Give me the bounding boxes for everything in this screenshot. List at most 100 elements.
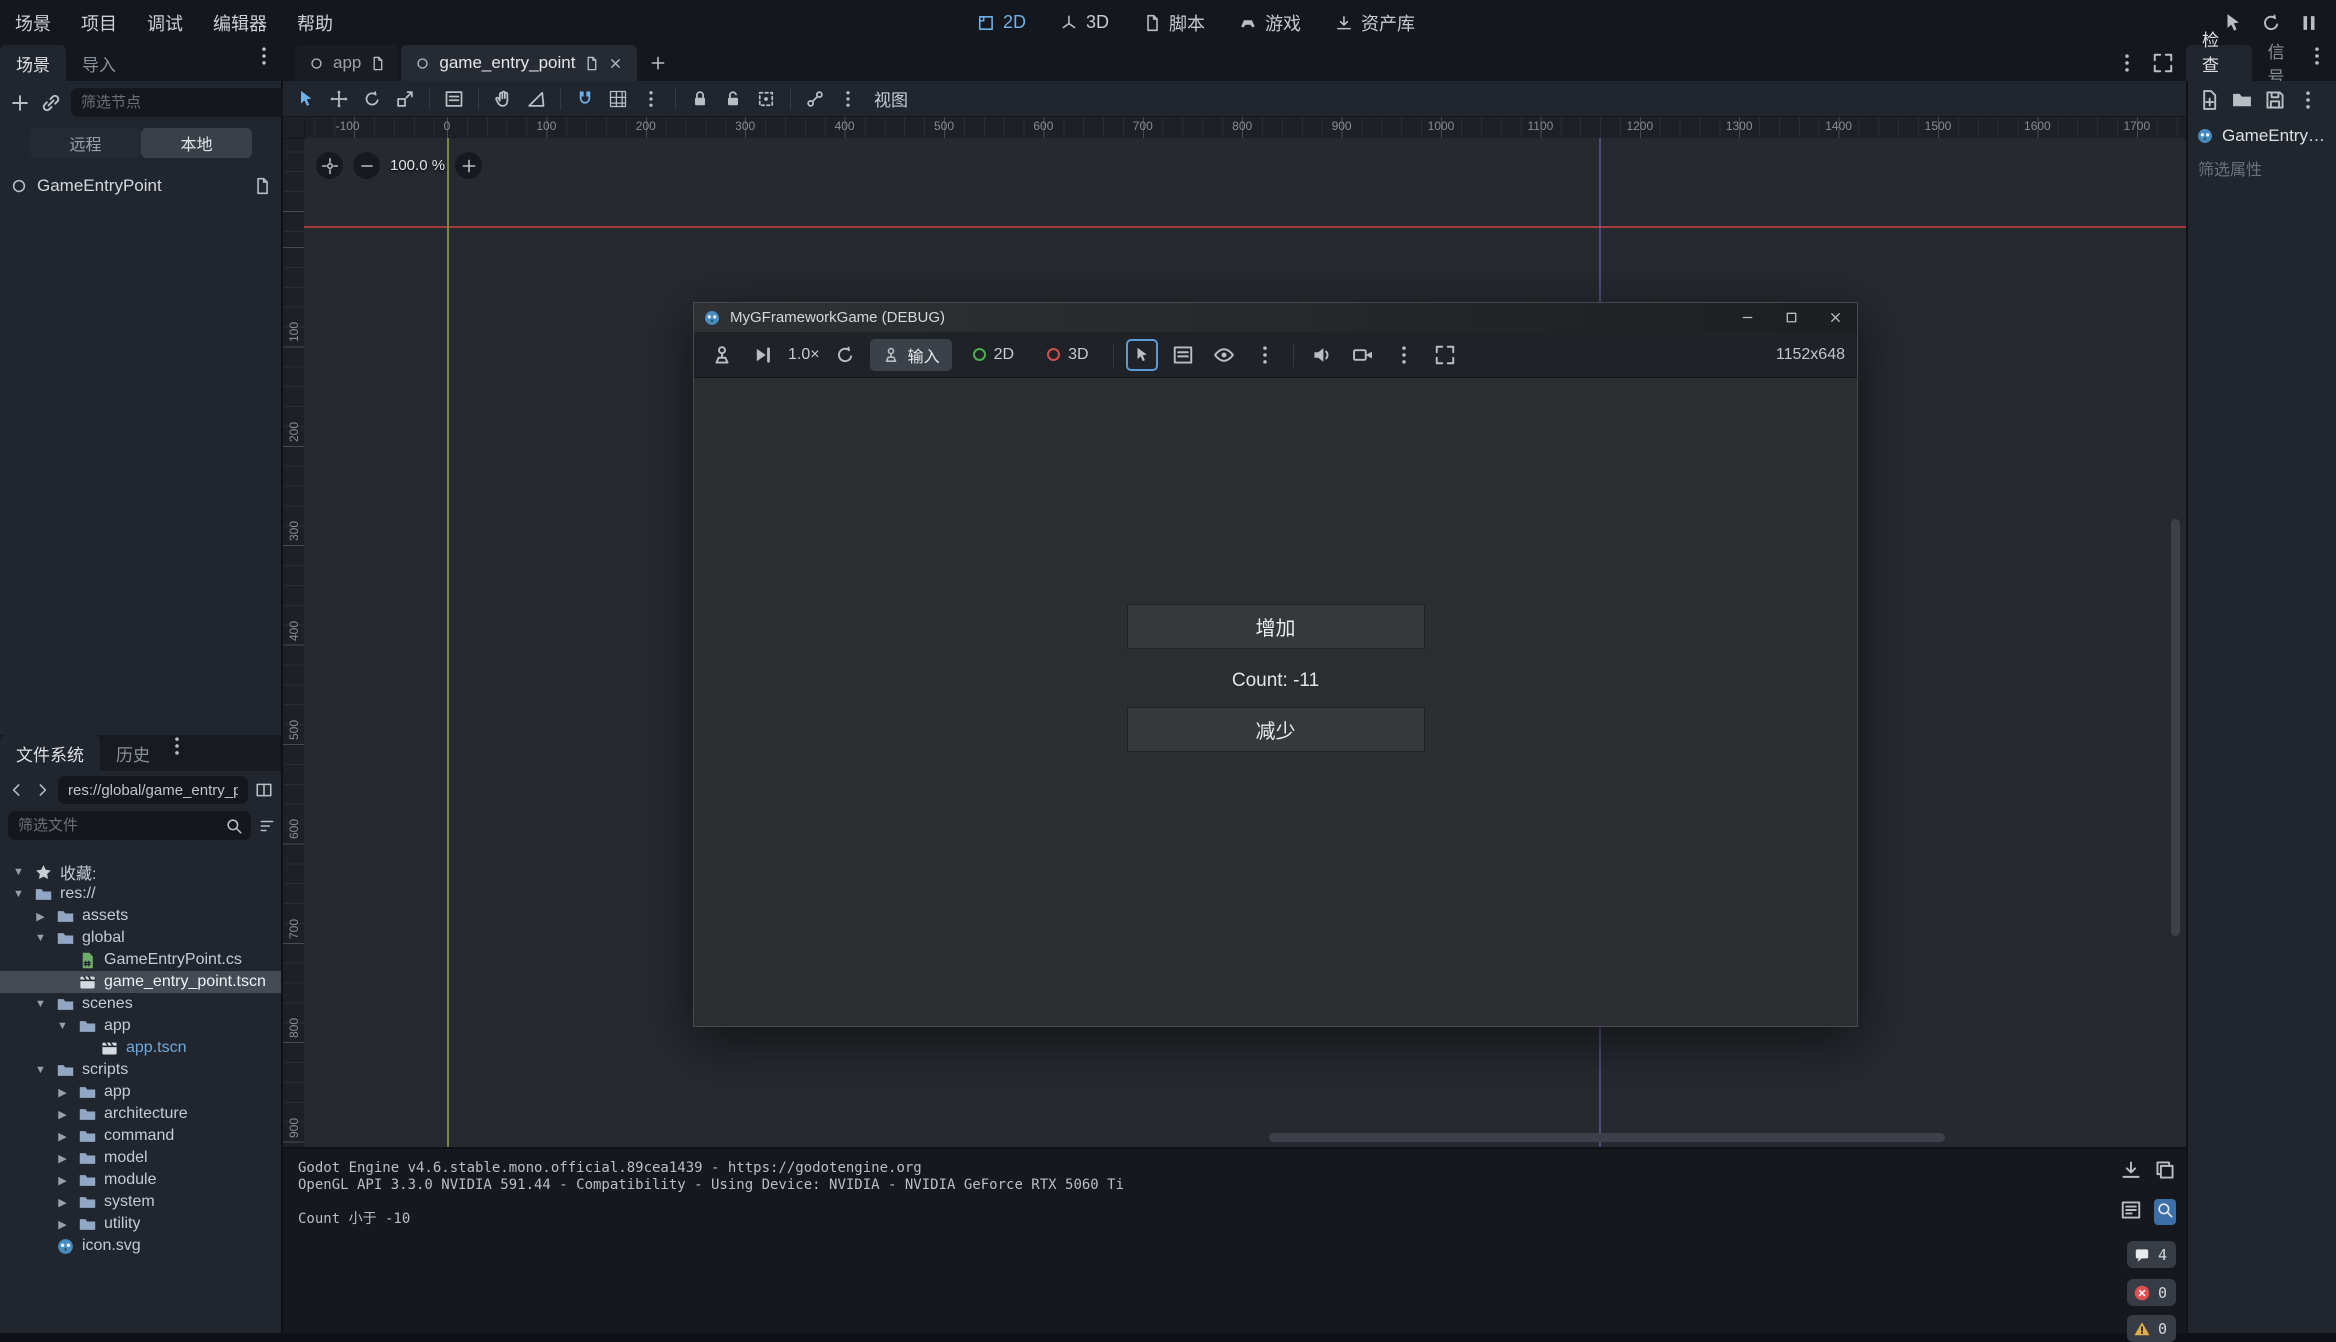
maximize-button[interactable] <box>1769 303 1813 332</box>
fs-item-assets[interactable]: ▶assets <box>0 905 281 927</box>
workspace-3d[interactable]: 3D <box>1046 8 1123 37</box>
pause-icon[interactable] <box>2298 12 2320 34</box>
filter-files-box[interactable] <box>8 811 251 840</box>
tree-collapse-icon[interactable]: ▼ <box>32 1064 49 1076</box>
more-options-button[interactable] <box>833 85 863 113</box>
mode-2d-button[interactable]: 2D <box>961 339 1026 371</box>
tree-collapse-icon[interactable]: ▼ <box>10 866 27 878</box>
distraction-free-icon[interactable] <box>2152 52 2174 74</box>
tree-expand-icon[interactable]: ▶ <box>54 1152 71 1165</box>
decrease-button[interactable]: 减少 <box>1127 707 1425 752</box>
visibility-button[interactable] <box>1208 340 1240 370</box>
fs-item-scenes[interactable]: ▼scenes <box>0 993 281 1015</box>
messages-badge[interactable]: 4 <box>2127 1241 2176 1268</box>
reset-speed-button[interactable] <box>829 340 861 370</box>
tab-scene-dock[interactable]: 场景 <box>0 45 66 81</box>
filter-nodes-box[interactable] <box>71 88 314 117</box>
workspace-2d[interactable]: 2D <box>963 8 1040 37</box>
list-select-tool-button[interactable] <box>439 85 469 113</box>
view-menu[interactable]: 视图 <box>874 86 908 111</box>
skeleton-options-button[interactable] <box>800 85 830 113</box>
fs-item-gameentrypoint.cs[interactable]: GameEntryPoint.cs <box>0 949 281 971</box>
time-scale[interactable]: 1.0× <box>788 346 820 364</box>
pan-tool-button[interactable] <box>488 85 518 113</box>
filter-nodes-input[interactable] <box>79 93 282 112</box>
tab-filesystem[interactable]: 文件系统 <box>0 735 100 771</box>
camera-override-button[interactable] <box>1347 340 1379 370</box>
fs-item-architecture[interactable]: ▶architecture <box>0 1103 281 1125</box>
attached-script-icon[interactable] <box>253 177 271 195</box>
grid-snap-button[interactable] <box>603 85 633 113</box>
zoom-in-button[interactable] <box>455 152 482 179</box>
workspace-assetlib[interactable]: 资产库 <box>1321 6 1429 40</box>
move-tool-button[interactable] <box>324 85 354 113</box>
menu-scene[interactable]: 场景 <box>0 10 66 36</box>
minimize-button[interactable] <box>1725 303 1769 332</box>
scene-tab-app[interactable]: app <box>295 45 399 81</box>
selection-list-button[interactable] <box>1167 340 1199 370</box>
reload-icon[interactable] <box>2260 12 2282 34</box>
fs-item-scripts[interactable]: ▼scripts <box>0 1059 281 1081</box>
tree-expand-icon[interactable]: ▶ <box>54 1174 71 1187</box>
scale-tool-button[interactable] <box>390 85 420 113</box>
tab-signals[interactable]: 信号 <box>2252 45 2306 81</box>
workspace-script[interactable]: 脚本 <box>1129 6 1219 40</box>
fs-item-app[interactable]: ▶app <box>0 1081 281 1103</box>
fs-item-system[interactable]: ▶system <box>0 1191 281 1213</box>
fs-item-icon.svg[interactable]: icon.svg <box>0 1235 281 1257</box>
input-mode-button[interactable]: 输入 <box>870 339 952 371</box>
mode-3d-button[interactable]: 3D <box>1035 339 1100 371</box>
fs-item-utility[interactable]: ▶utility <box>0 1213 281 1235</box>
ruler-tool-button[interactable] <box>521 85 551 113</box>
tree-expand-icon[interactable]: ▶ <box>54 1130 71 1143</box>
errors-badge[interactable]: 0 <box>2127 1279 2176 1306</box>
scene-tab-game-entry-point[interactable]: game_entry_point <box>401 45 637 81</box>
workspace-game[interactable]: 游戏 <box>1225 6 1315 40</box>
current-path-box[interactable] <box>58 776 248 804</box>
tab-inspector[interactable]: 检查器 <box>2186 45 2252 81</box>
new-resource-icon[interactable] <box>2198 89 2220 111</box>
split-mode-icon[interactable] <box>255 781 273 799</box>
tree-expand-icon[interactable]: ▶ <box>54 1086 71 1099</box>
horizontal-scrollbar[interactable] <box>1269 1133 1945 1142</box>
add-node-icon[interactable] <box>9 92 31 114</box>
tree-expand-icon[interactable]: ▶ <box>54 1196 71 1209</box>
local-button[interactable]: 本地 <box>141 128 252 158</box>
fs-item-game-entry-point.tscn[interactable]: game_entry_point.tscn <box>0 971 281 993</box>
load-resource-icon[interactable] <box>2231 89 2253 111</box>
select-options-button[interactable] <box>1249 340 1281 370</box>
fs-item-app.tscn[interactable]: app.tscn <box>0 1037 281 1059</box>
expand-panel-icon[interactable] <box>2120 1199 2142 1221</box>
save-log-icon[interactable] <box>2120 1159 2142 1181</box>
fs-item-[interactable]: ▼收藏: <box>0 861 281 883</box>
zoom-level[interactable]: 100.0 % <box>390 157 445 174</box>
select-tool-button[interactable] <box>291 85 321 113</box>
fs-item-res[interactable]: ▼res:// <box>0 883 281 905</box>
vertical-scrollbar[interactable] <box>2171 519 2180 936</box>
inspector-more-icon[interactable] <box>2297 89 2319 111</box>
close-button[interactable] <box>1813 303 1857 332</box>
rotate-tool-button[interactable] <box>357 85 387 113</box>
fs-item-model[interactable]: ▶model <box>0 1147 281 1169</box>
fs-item-module[interactable]: ▶module <box>0 1169 281 1191</box>
dock-more-icon[interactable] <box>2306 45 2336 67</box>
current-path-input[interactable] <box>66 781 240 800</box>
unlock-selected-button[interactable] <box>718 85 748 113</box>
tree-collapse-icon[interactable]: ▼ <box>54 1020 71 1032</box>
game-window-titlebar[interactable]: MyGFrameworkGame (DEBUG) <box>694 303 1857 332</box>
scene-tree-root-node[interactable]: GameEntryPoint <box>0 172 281 200</box>
tree-expand-icon[interactable]: ▶ <box>32 910 49 923</box>
center-view-button[interactable] <box>316 152 343 179</box>
new-scene-tab-button[interactable] <box>639 45 677 81</box>
joypad-button[interactable] <box>706 340 738 370</box>
menu-debug[interactable]: 调试 <box>132 10 198 36</box>
zoom-out-button[interactable] <box>353 152 380 179</box>
filesystem-more-icon[interactable] <box>166 735 188 757</box>
tree-expand-icon[interactable]: ▶ <box>54 1108 71 1121</box>
lock-selected-button[interactable] <box>685 85 715 113</box>
tab-import-dock[interactable]: 导入 <box>66 45 132 81</box>
tab-history[interactable]: 历史 <box>100 735 166 771</box>
remote-button[interactable]: 远程 <box>30 128 141 158</box>
group-selected-button[interactable] <box>751 85 781 113</box>
nav-forward-icon[interactable] <box>33 781 51 799</box>
